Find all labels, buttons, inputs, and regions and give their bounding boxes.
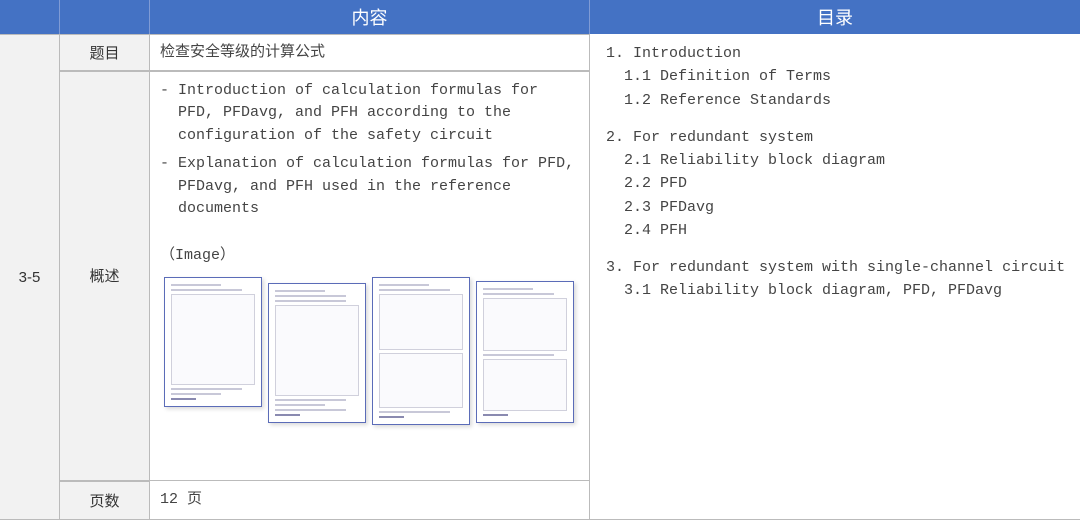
toc-item-1-2: 1.2 Reference Standards	[606, 89, 1070, 112]
toc-section-3: 3. For redundant system with single-chan…	[606, 256, 1070, 303]
page-thumbnail-3	[372, 277, 470, 425]
header-content: 内容	[150, 0, 590, 34]
toc-item-2-1: 2.1 Reliability block diagram	[606, 149, 1070, 172]
title-value: 检查安全等级的计算公式	[150, 34, 590, 71]
page-thumbnail-2	[268, 283, 366, 423]
toc-item-3-1: 3.1 Reliability block diagram, PFD, PFDa…	[606, 279, 1070, 302]
toc-section-2: 2. For redundant system 2.1 Reliability …	[606, 126, 1070, 242]
pages-value: 12 页	[150, 481, 590, 520]
overview-label: 概述	[60, 71, 150, 481]
toc-item-2-4: 2.4 PFH	[606, 219, 1070, 242]
toc-heading-2: 2. For redundant system	[606, 126, 1070, 149]
header-spacer-2	[60, 0, 150, 34]
row-id: 3-5	[0, 34, 60, 520]
overview-bullet-1: - Introduction of calculation formulas f…	[160, 80, 579, 148]
page-thumbnail-1	[164, 277, 262, 407]
toc-section-1: 1. Introduction 1.1 Definition of Terms …	[606, 42, 1070, 112]
toc-heading-3: 3. For redundant system with single-chan…	[606, 256, 1070, 279]
toc-item-2-3: 2.3 PFDavg	[606, 196, 1070, 219]
document-thumbnails	[160, 277, 579, 425]
pages-label: 页数	[60, 481, 150, 520]
image-label: （Image）	[160, 245, 579, 268]
overview-value: - Introduction of calculation formulas f…	[150, 71, 590, 481]
document-info-table: 内容 目录 3-5 题目 检查安全等级的计算公式 1. Introduction…	[0, 0, 1080, 520]
overview-wrap: - Introduction of calculation formulas f…	[160, 80, 579, 426]
overview-bullet-2: - Explanation of calculation formulas fo…	[160, 153, 579, 221]
header-spacer-1	[0, 0, 60, 34]
toc-item-2-2: 2.2 PFD	[606, 172, 1070, 195]
page-thumbnail-4	[476, 281, 574, 423]
toc-heading-1: 1. Introduction	[606, 42, 1070, 65]
title-label: 题目	[60, 34, 150, 71]
toc-item-1-1: 1.1 Definition of Terms	[606, 65, 1070, 88]
toc-column: 1. Introduction 1.1 Definition of Terms …	[590, 34, 1080, 520]
header-toc: 目录	[590, 0, 1080, 34]
